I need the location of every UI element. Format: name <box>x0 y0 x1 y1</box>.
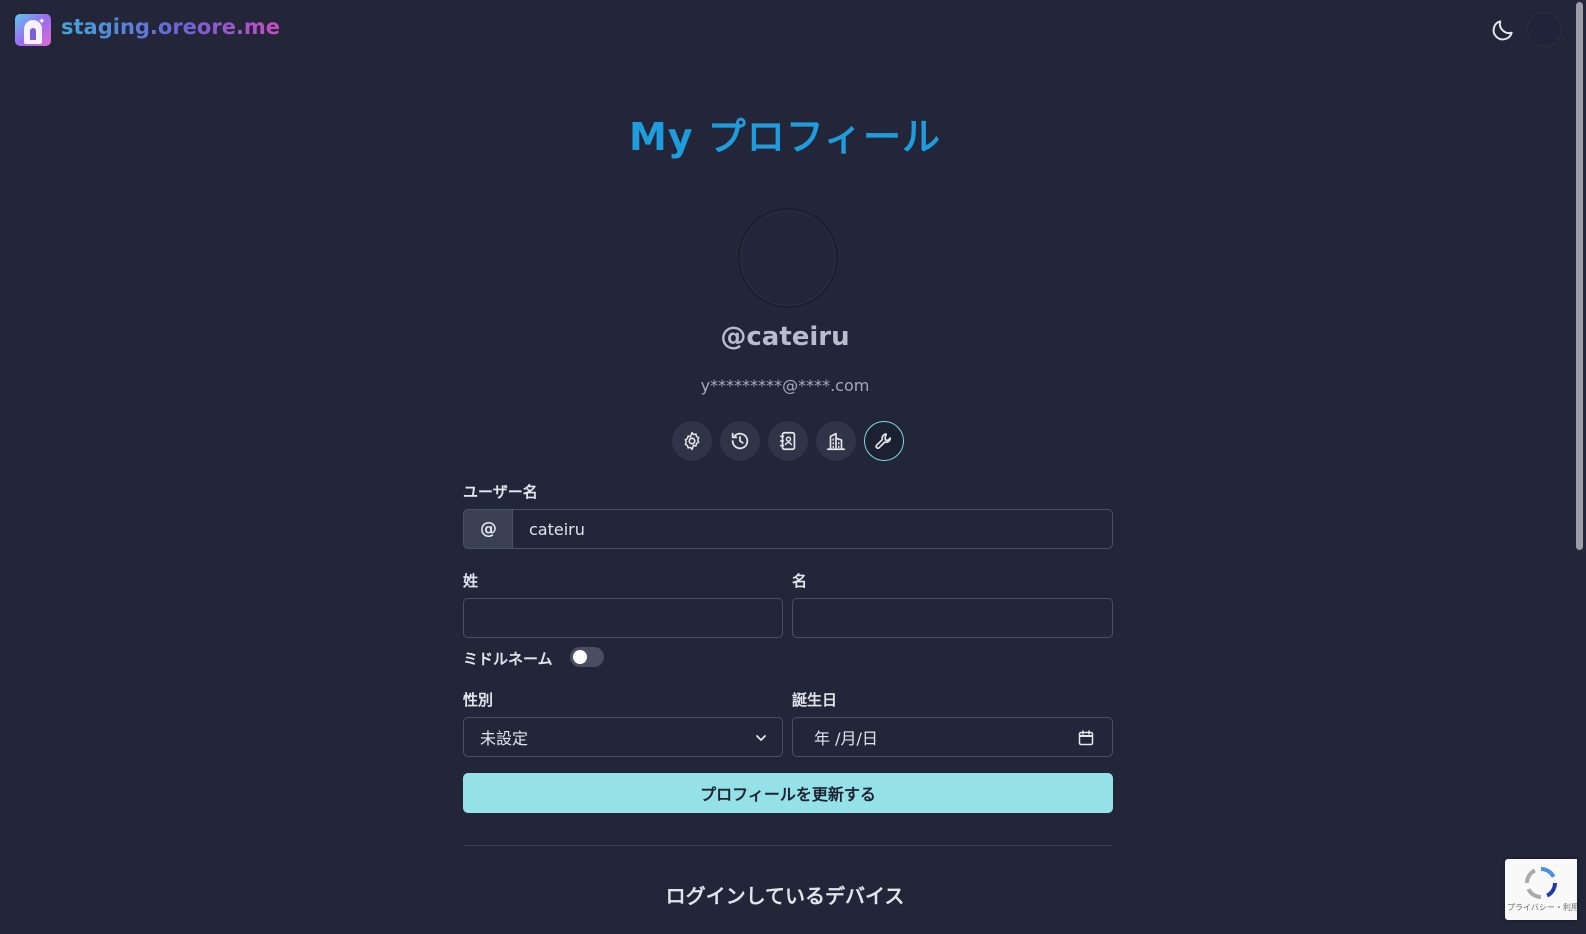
contact-book-icon <box>779 431 796 451</box>
birthday-label: 誕生日 <box>792 691 838 709</box>
building-icon <box>826 432 846 451</box>
update-profile-button[interactable]: プロフィールを更新する <box>463 773 1113 813</box>
wrench-icon <box>875 433 892 449</box>
gender-label: 性別 <box>463 691 494 709</box>
gender-select-value: 未設定 <box>480 729 529 748</box>
moon-icon[interactable] <box>1490 17 1516 43</box>
recaptcha-links[interactable]: プライバシー・利用規約 <box>1507 903 1577 912</box>
given-name-label: 名 <box>792 572 808 590</box>
family-name-input[interactable] <box>463 598 783 638</box>
chevron-down-icon <box>756 735 766 741</box>
recaptcha-badge[interactable]: プライバシー・利用規約 <box>1505 859 1577 920</box>
tab-history[interactable] <box>720 421 760 461</box>
given-name-input[interactable] <box>792 598 1113 638</box>
tab-contacts[interactable] <box>768 421 808 461</box>
middle-name-toggle[interactable] <box>570 647 604 667</box>
birthday-placeholder: 年 /月/日 <box>814 729 878 748</box>
middle-name-label: ミドルネーム <box>463 650 553 668</box>
site-brand-link[interactable]: staging.oreore.me <box>61 15 280 39</box>
birthday-date-input[interactable]: 年 /月/日 <box>792 717 1113 757</box>
profile-avatar[interactable] <box>738 208 838 308</box>
calendar-icon[interactable] <box>1078 730 1094 746</box>
username-input[interactable] <box>512 509 1113 549</box>
site-logo-icon[interactable]: ✦ <box>15 14 51 46</box>
gender-select[interactable]: 未設定 <box>463 717 783 757</box>
history-icon <box>731 432 749 450</box>
logged-in-devices-heading: ログインしているデバイス <box>665 884 905 908</box>
gear-icon <box>684 431 700 451</box>
profile-page: ✦ staging.oreore.me My プロフィール @cateiru y… <box>0 0 1586 934</box>
tab-settings[interactable] <box>672 421 712 461</box>
top-header: ✦ staging.oreore.me <box>0 0 1570 60</box>
section-divider <box>463 845 1113 846</box>
username-prefix: @ <box>463 509 513 549</box>
recaptcha-icon <box>1525 867 1557 899</box>
username-label: ユーザー名 <box>463 483 538 501</box>
header-avatar[interactable] <box>1527 12 1562 47</box>
tab-developer[interactable] <box>864 421 904 461</box>
toggle-knob <box>573 650 587 664</box>
profile-username: @cateiru <box>720 322 850 352</box>
scrollbar-thumb[interactable] <box>1576 2 1583 550</box>
family-name-label: 姓 <box>463 572 479 590</box>
page-title: My プロフィール <box>628 115 942 159</box>
profile-email: y*********@****.com <box>700 376 870 395</box>
tab-organization[interactable] <box>816 421 856 461</box>
